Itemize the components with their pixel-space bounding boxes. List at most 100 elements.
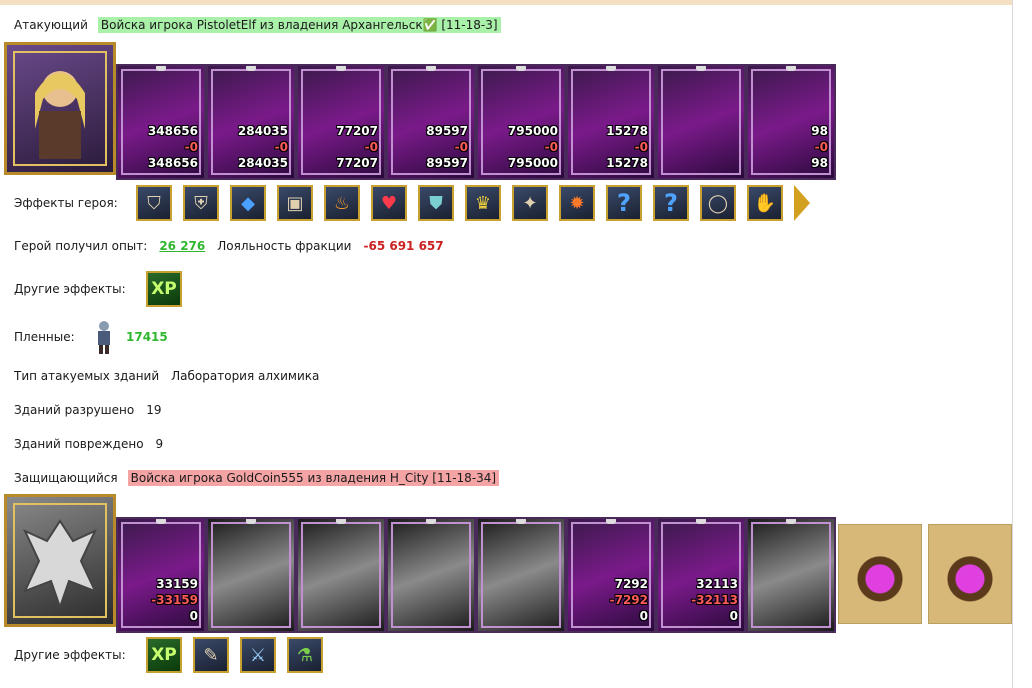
other-effects-label: Другие эффекты: — [14, 282, 126, 296]
top-border — [0, 0, 1012, 5]
heart-icon[interactable]: ♥ — [371, 185, 407, 221]
unit-count: -0 — [454, 140, 468, 154]
potion-icon[interactable]: ⚗ — [287, 637, 323, 673]
xp-icon[interactable]: XP — [146, 637, 182, 673]
unit-count: -33159 — [151, 593, 198, 607]
skull-icon — [336, 519, 346, 524]
attacker-label: Атакующий — [14, 18, 88, 32]
unit-card[interactable]: 284035 -0 284035 — [206, 64, 296, 180]
defender-label: Защищающийся — [14, 471, 118, 485]
unit-card[interactable]: 7292 -7292 0 — [566, 517, 656, 633]
skull-icon — [156, 66, 166, 71]
question-icon[interactable]: ? — [653, 185, 689, 221]
magic-orb-icon[interactable] — [838, 524, 922, 624]
unit-card[interactable]: 15278 -0 15278 — [566, 64, 656, 180]
unit-card[interactable]: 795000 -0 795000 — [476, 64, 566, 180]
unit-count: 89597 — [426, 124, 468, 138]
unit-count: 98 — [811, 124, 828, 138]
loyalty-label: Лояльность фракции — [217, 239, 352, 253]
magic-orb-icon[interactable] — [928, 524, 1012, 624]
skull-icon — [696, 66, 706, 71]
skull-icon — [516, 519, 526, 524]
attacker-army-link[interactable]: Войска игрока PistoletElf из владения Ар… — [97, 17, 501, 33]
fire-chest-icon[interactable]: ♨ — [324, 185, 360, 221]
unit-count: 33159 — [156, 577, 198, 591]
unit-card[interactable] — [296, 517, 386, 633]
skull-icon — [246, 66, 256, 71]
prisoners-label: Пленные: — [14, 330, 75, 344]
skull-icon — [426, 519, 436, 524]
destroyed-value: 19 — [146, 403, 162, 417]
hero-stats-row: Герой получил опыт: 26 276 Лояльность фр… — [14, 239, 444, 253]
unit-frame — [211, 522, 291, 628]
unit-frame — [391, 522, 471, 628]
unit-count: 0 — [639, 609, 648, 623]
hero-figure-icon — [35, 71, 85, 159]
next-arrow-icon[interactable] — [794, 185, 810, 221]
unit-frame — [661, 69, 741, 175]
shield-gold-icon[interactable]: ⛉ — [136, 185, 172, 221]
other-effects-label: Другие эффекты: — [14, 648, 126, 662]
unit-count: -0 — [544, 140, 558, 154]
damaged-value: 9 — [155, 437, 164, 451]
hero-effects-list: ⛉ ⛨ ◆ ▣ ♨ ♥ ⛊ ♛ ✦ ✹?? ◯ ✋ — [136, 185, 794, 221]
unit-count: -0 — [814, 140, 828, 154]
gloves-icon[interactable]: ✋ — [747, 185, 783, 221]
question-icon[interactable]: ? — [606, 185, 642, 221]
unit-card[interactable]: 32113 -32113 0 — [656, 517, 746, 633]
skull-icon — [786, 66, 796, 71]
unit-count: 0 — [729, 609, 738, 623]
unit-count: 348656 — [147, 156, 198, 170]
sword-book-icon[interactable]: ✎ — [193, 637, 229, 673]
damaged-row: Зданий повреждено 9 — [14, 437, 163, 451]
unit-count: -0 — [184, 140, 198, 154]
destroyed-row: Зданий разрушено 19 — [14, 403, 162, 417]
unit-card[interactable]: 348656 -0 348656 — [116, 64, 206, 180]
ring-icon[interactable]: ◯ — [700, 185, 736, 221]
defender-army-link[interactable]: Войска игрока GoldCoin555 из владения H_… — [127, 470, 500, 486]
crystal-icon[interactable]: ◆ — [230, 185, 266, 221]
unit-count: 98 — [811, 156, 828, 170]
prisoners-value: 17415 — [126, 330, 168, 344]
unit-count: 7292 — [614, 577, 648, 591]
destroyed-label: Зданий разрушено — [14, 403, 135, 417]
exp-value[interactable]: 26 276 — [159, 239, 205, 253]
unit-frame — [481, 522, 561, 628]
building-type-value: Лаборатория алхимика — [171, 369, 320, 383]
unit-count: 77207 — [336, 124, 378, 138]
unit-card[interactable] — [386, 517, 476, 633]
building-type-label: Тип атакуемых зданий — [14, 369, 160, 383]
chest-icon[interactable]: ▣ — [277, 185, 313, 221]
unit-count: -32113 — [691, 593, 738, 607]
attacker-hero-portrait[interactable] — [4, 42, 116, 175]
unit-card[interactable]: 89597 -0 89597 — [386, 64, 476, 180]
skull-icon — [606, 66, 616, 71]
other-effects-row-2: Другие эффекты: XP ✎ ⚔ ⚗ — [14, 637, 334, 673]
crown-icon[interactable]: ♛ — [465, 185, 501, 221]
unit-card[interactable] — [476, 517, 566, 633]
skull-icon — [696, 519, 706, 524]
other-effects-row-1: Другие эффекты: XP — [14, 271, 193, 307]
hero-effects-label: Эффекты героя: — [14, 196, 118, 210]
unit-card[interactable]: 77207 -0 77207 — [296, 64, 386, 180]
prisoners-row: Пленные: 17415 — [14, 320, 168, 354]
unit-card[interactable]: 98 -0 98 — [746, 64, 836, 180]
defender-hero-portrait[interactable] — [4, 494, 116, 627]
unit-card[interactable]: 33159 -33159 0 — [116, 517, 206, 633]
unit-count: 32113 — [696, 577, 738, 591]
fire-gem-icon[interactable]: ✹ — [559, 185, 595, 221]
pendant-icon[interactable]: ✦ — [512, 185, 548, 221]
sword-icon[interactable]: ⚔ — [240, 637, 276, 673]
unit-card[interactable] — [656, 64, 746, 180]
unit-count: 15278 — [606, 124, 648, 138]
armor-icon[interactable]: ⛨ — [183, 185, 219, 221]
unit-count: 795000 — [507, 124, 558, 138]
shield-icon[interactable]: ⛊ — [418, 185, 454, 221]
xp-icon[interactable]: XP — [146, 271, 182, 307]
unit-count: 284035 — [237, 156, 288, 170]
skull-icon — [336, 66, 346, 71]
unit-count: -0 — [634, 140, 648, 154]
unit-card[interactable] — [206, 517, 296, 633]
unit-card[interactable] — [746, 517, 836, 633]
attacker-units: 348656 -0 348656 284035 -0 284035 77207 -0 77207… — [116, 64, 836, 180]
